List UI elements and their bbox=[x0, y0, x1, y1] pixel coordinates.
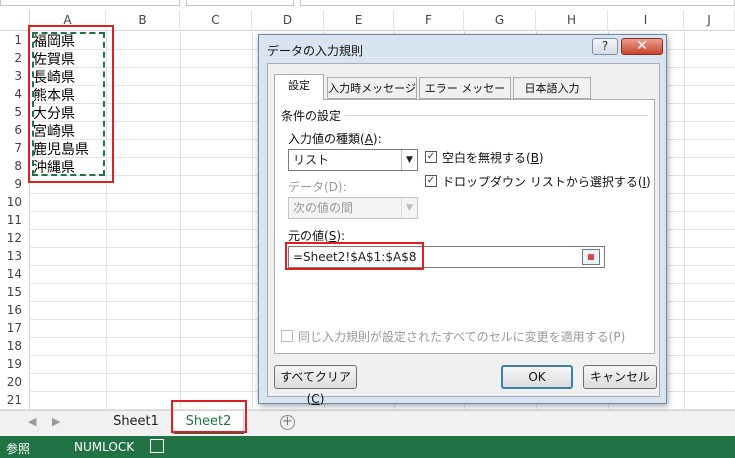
row-header[interactable]: 16 bbox=[0, 301, 30, 320]
row-header[interactable]: 2 bbox=[0, 49, 30, 68]
section-title: 条件の設定 bbox=[281, 109, 342, 123]
row-header[interactable]: 21 bbox=[0, 391, 30, 410]
ok-button[interactable]: OK bbox=[501, 365, 573, 389]
highlight-source-box bbox=[285, 242, 424, 270]
allow-label: 入力値の種類(A): bbox=[288, 132, 382, 146]
row-header[interactable]: 18 bbox=[0, 337, 30, 356]
row-header[interactable]: 13 bbox=[0, 247, 30, 266]
column-header-f[interactable]: F bbox=[394, 10, 464, 31]
apply-all-label: 同じ入力規則が設定されたすべてのセルに変更を適用する(P) bbox=[298, 330, 626, 344]
data-validation-dialog: データの入力規則 ? ✕ 設定 入力時メッセージ エラー メッセージ 日本語入力… bbox=[258, 34, 667, 406]
allow-select[interactable]: リスト ▼ bbox=[288, 149, 418, 171]
formula-bar-edge bbox=[0, 0, 735, 8]
grid-line bbox=[252, 31, 253, 410]
data-select-value: 次の値の間 bbox=[293, 201, 354, 215]
in-cell-dropdown-checkbox[interactable]: ✓ bbox=[425, 175, 437, 187]
row-header[interactable]: 10 bbox=[0, 193, 30, 212]
allow-select-value: リスト bbox=[293, 153, 330, 167]
row-header[interactable]: 6 bbox=[0, 121, 30, 140]
status-mode: 参照 bbox=[6, 442, 31, 456]
select-all-corner[interactable] bbox=[0, 10, 30, 31]
row-header[interactable]: 11 bbox=[0, 211, 30, 230]
row-header[interactable]: 1 bbox=[0, 31, 30, 50]
highlight-sheet-tab-box bbox=[171, 400, 247, 433]
apply-all-checkbox[interactable] bbox=[281, 330, 293, 342]
ignore-blank-label: 空白を無視する(B) bbox=[442, 151, 544, 165]
sheet-tab-bar: ◀ ▶ Sheet1 Sheet2 + bbox=[0, 410, 735, 436]
cancel-button[interactable]: キャンセル bbox=[583, 365, 657, 389]
row-header[interactable]: 5 bbox=[0, 103, 30, 122]
data-label: データ(D): bbox=[288, 180, 347, 194]
row-header[interactable]: 9 bbox=[0, 175, 30, 194]
row-header[interactable]: 17 bbox=[0, 319, 30, 338]
row-header[interactable]: 4 bbox=[0, 85, 30, 104]
in-cell-dropdown-label: ドロップダウン リストから選択する(I) bbox=[442, 175, 651, 189]
column-header-d[interactable]: D bbox=[252, 10, 324, 31]
data-select[interactable]: 次の値の間 ▼ bbox=[288, 197, 418, 219]
status-numlock: NUMLOCK bbox=[74, 440, 135, 454]
row-header[interactable]: 14 bbox=[0, 265, 30, 284]
column-header-b[interactable]: B bbox=[106, 10, 180, 31]
tab-input-message[interactable]: 入力時メッセージ bbox=[327, 77, 417, 99]
macro-record-icon[interactable] bbox=[150, 439, 164, 453]
dialog-body: 設定 入力時メッセージ エラー メッセージ 日本語入力 条件の設定 入力値の種類… bbox=[267, 63, 660, 406]
range-select-icon[interactable]: ▦ bbox=[582, 249, 600, 265]
row-header[interactable]: 7 bbox=[0, 139, 30, 158]
status-bar: 参照 NUMLOCK bbox=[0, 436, 735, 458]
row-header[interactable]: 19 bbox=[0, 355, 30, 374]
column-header-g[interactable]: G bbox=[464, 10, 536, 31]
ignore-blank-checkbox[interactable]: ✓ bbox=[425, 151, 437, 163]
scroll-left-icon[interactable]: ◀ bbox=[28, 415, 36, 428]
help-button[interactable]: ? bbox=[592, 38, 618, 55]
column-header-h[interactable]: H bbox=[536, 10, 608, 31]
tab-error-message[interactable]: エラー メッセージ bbox=[419, 77, 511, 116]
dialog-title: データの入力規則 bbox=[267, 44, 364, 58]
chevron-down-icon: ▼ bbox=[401, 150, 417, 170]
column-header-c[interactable]: C bbox=[180, 10, 252, 31]
row-header[interactable]: 12 bbox=[0, 229, 30, 248]
scroll-right-icon[interactable]: ▶ bbox=[52, 415, 60, 428]
column-header-e[interactable]: E bbox=[324, 10, 394, 31]
grid-line bbox=[684, 31, 685, 410]
chevron-down-icon: ▼ bbox=[401, 198, 417, 218]
section-divider bbox=[345, 115, 648, 116]
row-header[interactable]: 8 bbox=[0, 157, 30, 176]
settings-panel: 条件の設定 入力値の種類(A): リスト ▼ ✓ 空白を無視する(B) ✓ ドロ… bbox=[274, 99, 655, 354]
clear-all-button[interactable]: すべてクリア(C) bbox=[274, 365, 357, 406]
grid-line bbox=[180, 31, 181, 410]
tab-settings[interactable]: 設定 bbox=[274, 74, 324, 100]
close-button[interactable]: ✕ bbox=[621, 38, 663, 55]
highlight-range-box bbox=[28, 25, 114, 183]
row-header[interactable]: 3 bbox=[0, 67, 30, 86]
sheet-tab-sheet1[interactable]: Sheet1 bbox=[100, 411, 173, 434]
tab-ime[interactable]: 日本語入力 bbox=[513, 77, 591, 99]
add-sheet-icon[interactable]: + bbox=[280, 415, 295, 430]
row-header[interactable]: 20 bbox=[0, 373, 30, 392]
row-header[interactable]: 15 bbox=[0, 283, 30, 302]
column-header-j[interactable]: J bbox=[684, 10, 735, 31]
column-header-i[interactable]: I bbox=[608, 10, 684, 31]
